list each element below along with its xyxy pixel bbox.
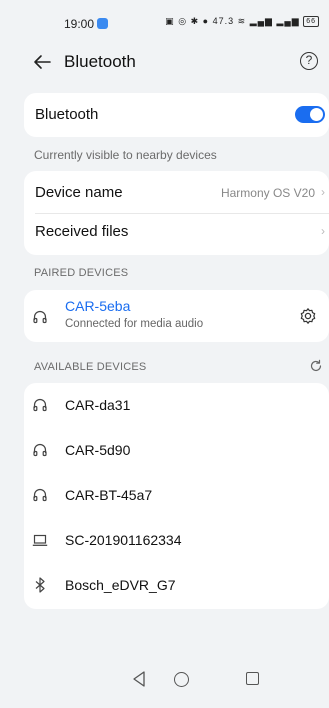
bluetooth-toggle-card: Bluetooth xyxy=(24,93,329,137)
headphones-icon xyxy=(33,398,47,412)
received-files-label: Received files xyxy=(35,223,129,240)
signal-icon-2: ▂▄▆ xyxy=(276,16,300,26)
wifi-icon: ≋ xyxy=(237,16,247,26)
page-title: Bluetooth xyxy=(64,52,136,71)
navigation-bar xyxy=(0,664,329,708)
headphones-icon xyxy=(33,310,47,324)
device-name-row[interactable]: Device name Harmony OS V20 › xyxy=(24,171,329,213)
available-device-row[interactable]: CAR-BT-45a7 xyxy=(24,473,329,518)
bluetooth-toggle[interactable] xyxy=(295,106,325,123)
paired-devices-card: CAR-5eba Connected for media audio xyxy=(24,290,329,342)
network-speed: 47.3 xyxy=(212,16,235,26)
available-device-row[interactable]: SC-201901162334 xyxy=(24,518,329,563)
available-devices-card: CAR-da31 CAR-5d90 CAR-BT-45a7 SC-2019011… xyxy=(24,383,329,609)
received-files-row[interactable]: Received files › xyxy=(24,213,329,255)
nav-recents-icon[interactable] xyxy=(246,672,259,685)
header: Bluetooth ? xyxy=(0,42,329,82)
available-device-row[interactable]: CAR-da31 xyxy=(24,383,329,428)
available-device-name: CAR-da31 xyxy=(65,397,131,413)
available-device-name: CAR-BT-45a7 xyxy=(65,487,153,503)
app-notification-icon xyxy=(97,18,108,29)
nav-home-icon[interactable] xyxy=(174,672,189,687)
paired-devices-heading: PAIRED DEVICES xyxy=(34,267,129,279)
headphones-icon xyxy=(33,488,47,502)
paired-device-name: CAR-5eba xyxy=(65,298,131,314)
toggle-knob xyxy=(310,108,323,121)
status-time: 19:00 xyxy=(64,17,95,31)
nfc-icon: ▣ xyxy=(165,16,175,26)
headphones-icon xyxy=(33,443,47,457)
signal-icon-1: ▂▄▆ xyxy=(249,16,273,26)
available-devices-heading: AVAILABLE DEVICES xyxy=(34,361,147,373)
refresh-icon[interactable] xyxy=(309,359,323,373)
device-name-label: Device name xyxy=(35,184,123,201)
back-arrow-icon[interactable] xyxy=(30,50,54,74)
nav-back-icon[interactable] xyxy=(132,670,146,688)
bluetooth-status-icon: ✱ xyxy=(190,16,200,26)
available-device-row[interactable]: CAR-5d90 xyxy=(24,428,329,473)
battery-icon: 66 xyxy=(303,16,319,28)
bluetooth-label: Bluetooth xyxy=(35,106,99,123)
chevron-right-icon: › xyxy=(321,185,325,199)
mute-icon: ◎ xyxy=(178,16,188,26)
paired-device-status: Connected for media audio xyxy=(65,318,204,330)
chevron-right-icon: › xyxy=(321,224,325,238)
available-device-name: Bosch_eDVR_G7 xyxy=(65,577,176,593)
device-name-value: Harmony OS V20 xyxy=(220,186,315,200)
status-bar: 19:00 ▣ ◎ ✱ ● 47.3 ≋ ▂▄▆ ▂▄▆ 66 xyxy=(0,0,329,42)
device-settings-card: Device name Harmony OS V20 › Received fi… xyxy=(24,171,329,255)
available-device-row[interactable]: Bosch_eDVR_G7 xyxy=(24,563,329,608)
help-icon[interactable]: ? xyxy=(300,52,318,70)
status-icons: ▣ ◎ ✱ ● 47.3 ≋ ▂▄▆ ▂▄▆ 66 xyxy=(165,16,319,28)
available-device-name: CAR-5d90 xyxy=(65,442,131,458)
gear-icon[interactable] xyxy=(299,307,317,325)
available-device-name: SC-201901162334 xyxy=(65,532,182,548)
visibility-caption: Currently visible to nearby devices xyxy=(34,148,217,162)
paired-device-row[interactable]: CAR-5eba Connected for media audio xyxy=(24,290,294,342)
laptop-icon xyxy=(32,534,48,546)
location-icon: ● xyxy=(202,16,210,26)
bluetooth-icon xyxy=(35,577,45,593)
